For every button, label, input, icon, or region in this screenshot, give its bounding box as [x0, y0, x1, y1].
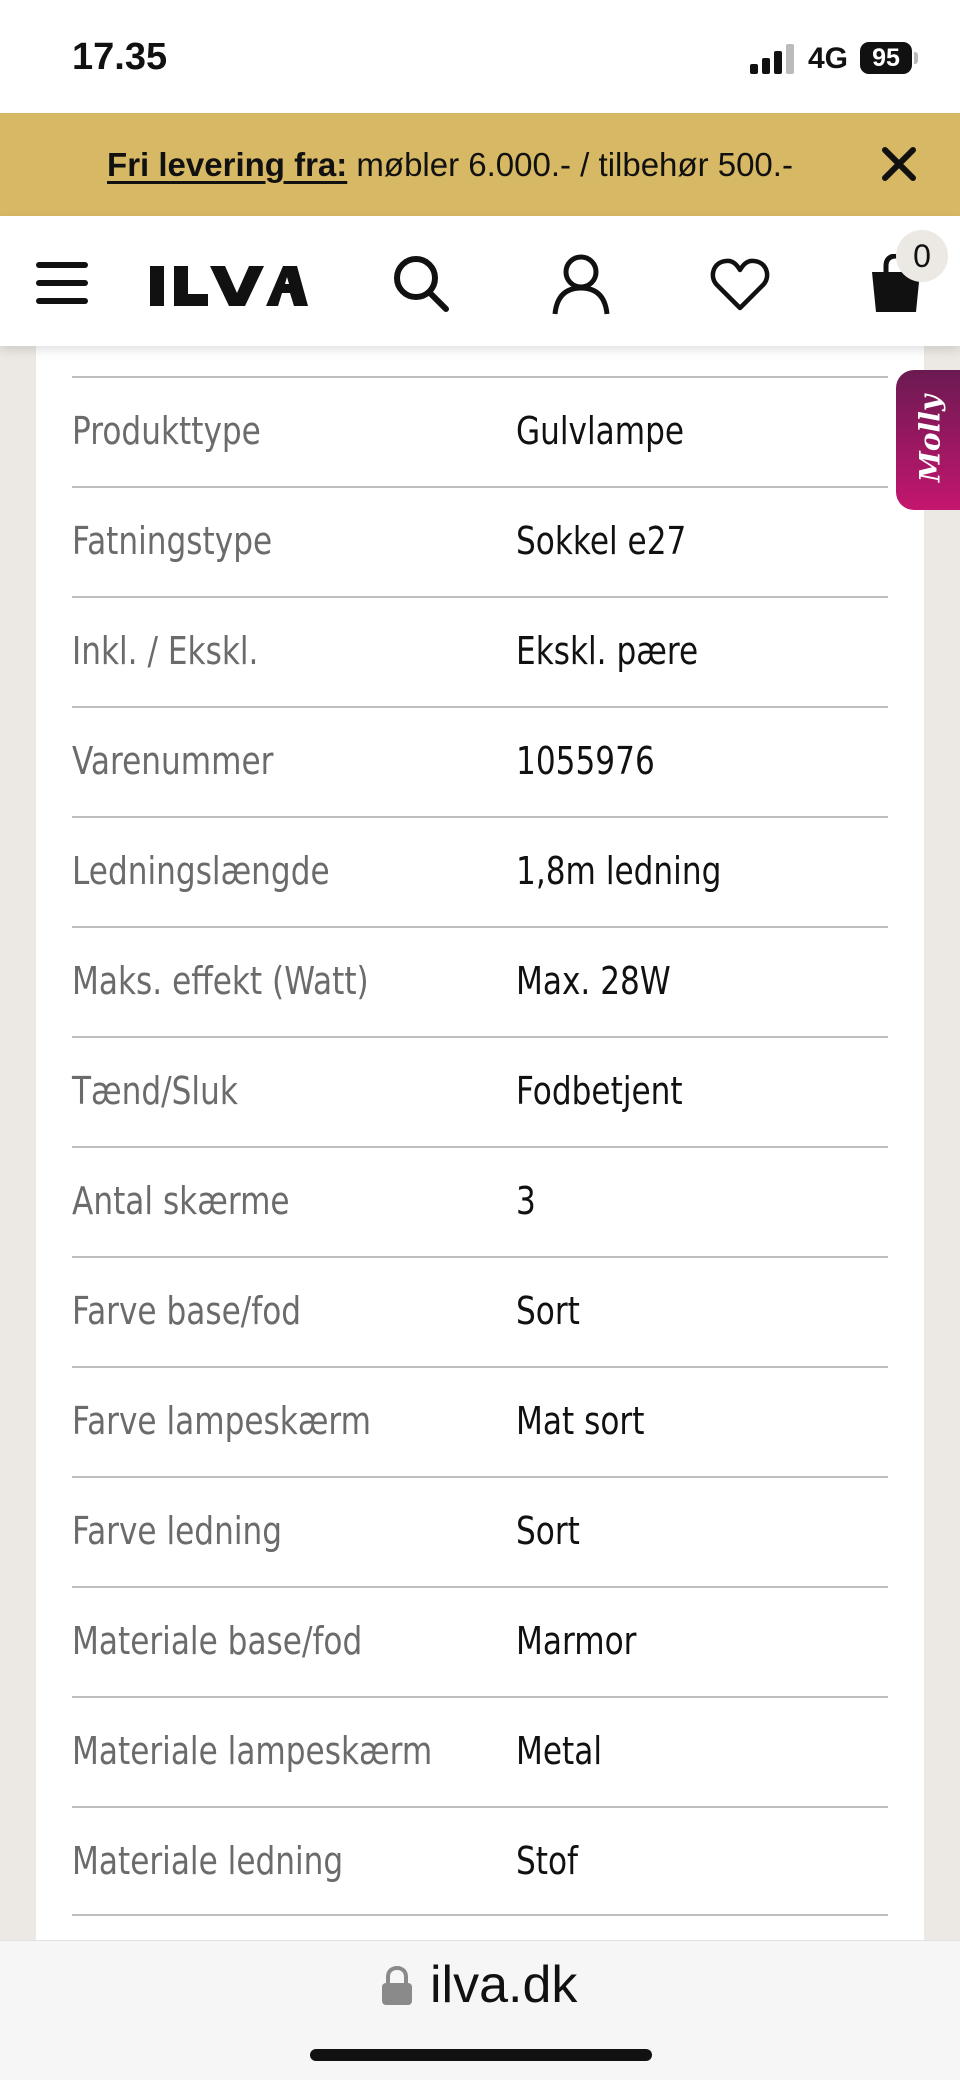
- spec-value: Stof: [516, 1839, 579, 1883]
- spec-row: Materiale lampeskærm Metal: [72, 1696, 888, 1806]
- chat-widget-button[interactable]: Molly: [896, 370, 960, 510]
- spec-value: Sort: [516, 1509, 580, 1553]
- account-icon[interactable]: [550, 252, 612, 316]
- spec-value: Marmor: [516, 1619, 637, 1663]
- spec-row: Ledningslængde 1,8m ledning: [72, 816, 888, 926]
- spec-value: 1055976: [516, 739, 655, 783]
- spec-label: Produkttype: [72, 409, 261, 453]
- spec-value: Gulvlampe: [516, 409, 685, 453]
- spec-row: Farve lampeskærm Mat sort: [72, 1366, 888, 1476]
- url-text[interactable]: ilva.dk: [430, 1955, 577, 2015]
- spec-value: Mat sort: [516, 1399, 645, 1443]
- spec-row: Farve base/fod Sort: [72, 1256, 888, 1366]
- spec-value: Max. 28W: [516, 959, 671, 1003]
- spec-row: Inkl. / Ekskl. Ekskl. pære: [72, 596, 888, 706]
- status-time: 17.35: [72, 36, 168, 78]
- ilva-logo[interactable]: [148, 260, 308, 310]
- status-bar: 17.35 4G 95: [0, 0, 960, 113]
- spec-label: Fatningstype: [72, 519, 273, 563]
- spec-label: Materiale lampeskærm: [72, 1729, 433, 1773]
- spec-label: Varenummer: [72, 739, 274, 783]
- spec-row: Produkttype Gulvlampe: [72, 376, 888, 486]
- spec-value: 3: [516, 1179, 536, 1223]
- network-label: 4G: [808, 42, 849, 75]
- promo-text: Fri levering fra: møbler 6.000.- / tilbe…: [0, 113, 900, 216]
- battery-level: 95: [860, 42, 912, 74]
- heart-icon[interactable]: [710, 256, 770, 312]
- browser-address-bar[interactable]: ilva.dk: [0, 1940, 960, 2080]
- spec-label: Materiale ledning: [72, 1839, 344, 1883]
- home-indicator[interactable]: [310, 2049, 652, 2061]
- spec-value: Ekskl. pære: [516, 629, 699, 673]
- spec-label: Ledningslængde: [72, 849, 330, 893]
- lock-icon: [382, 1965, 412, 2005]
- menu-icon[interactable]: [36, 260, 92, 306]
- spec-label: Antal skærme: [72, 1179, 290, 1223]
- spec-label: Farve base/fod: [72, 1289, 302, 1333]
- spec-table: Produkttype Gulvlampe Fatningstype Sokke…: [72, 376, 888, 1916]
- spec-label: Inkl. / Ekskl.: [72, 629, 259, 673]
- spec-row: Tænd/Sluk Fodbetjent: [72, 1036, 888, 1146]
- search-icon[interactable]: [392, 254, 450, 314]
- spec-label: Farve ledning: [72, 1509, 283, 1553]
- spec-row: Fatningstype Sokkel e27: [72, 486, 888, 596]
- spec-value: 1,8m ledning: [516, 849, 722, 893]
- spec-row: Farve ledning Sort: [72, 1476, 888, 1586]
- spec-label: Maks. effekt (Watt): [72, 959, 369, 1003]
- close-icon[interactable]: [878, 143, 920, 185]
- spec-label: Tænd/Sluk: [72, 1069, 238, 1113]
- spec-value: Sokkel e27: [516, 519, 687, 563]
- spec-row: Materiale base/fod Marmor: [72, 1586, 888, 1696]
- battery-icon: 95: [860, 42, 920, 74]
- signal-icon: [750, 44, 794, 74]
- cart-count-badge: 0: [896, 230, 948, 282]
- promo-link[interactable]: Fri levering fra:: [107, 146, 347, 183]
- chat-widget-label: Molly: [913, 394, 947, 483]
- promo-details: møbler 6.000.- / tilbehør 500.-: [347, 146, 793, 183]
- spec-row: Materiale ledning Stof: [72, 1806, 888, 1916]
- product-specs-card: Produkttype Gulvlampe Fatningstype Sokke…: [36, 346, 924, 1940]
- spec-value: Fodbetjent: [516, 1069, 683, 1113]
- promo-banner: Fri levering fra: møbler 6.000.- / tilbe…: [0, 113, 960, 216]
- spec-row: Varenummer 1055976: [72, 706, 888, 816]
- spec-label: Materiale base/fod: [72, 1619, 363, 1663]
- spec-label: Farve lampeskærm: [72, 1399, 372, 1443]
- site-header: 0: [0, 216, 960, 346]
- spec-row: Antal skærme 3: [72, 1146, 888, 1256]
- spec-row: Maks. effekt (Watt) Max. 28W: [72, 926, 888, 1036]
- spec-value: Metal: [516, 1729, 603, 1773]
- spec-value: Sort: [516, 1289, 580, 1333]
